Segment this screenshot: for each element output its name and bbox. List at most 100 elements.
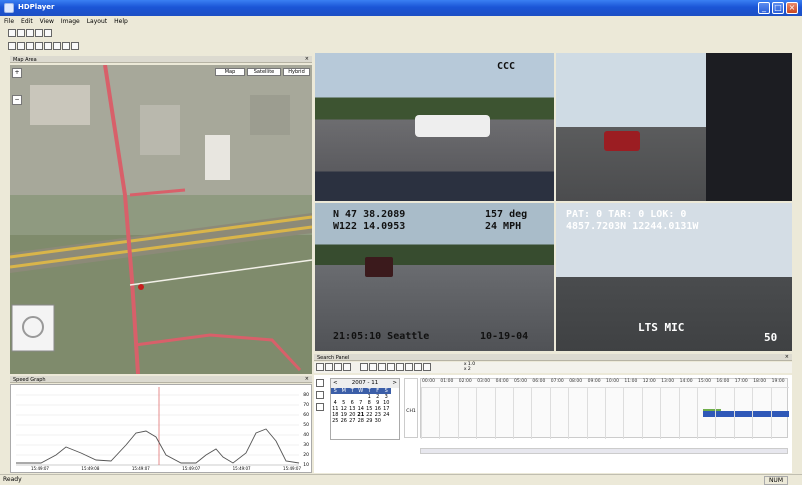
camera-view-3[interactable]: N 47 38.2089 W122 14.0953 157 deg 24 MPH… xyxy=(315,203,554,351)
search-panel-close-button[interactable]: × xyxy=(785,354,789,360)
settings-icon[interactable] xyxy=(71,42,79,50)
menu-layout[interactable]: Layout xyxy=(83,16,110,25)
timeline-hour-line xyxy=(697,387,698,439)
layout-6-icon[interactable] xyxy=(26,42,34,50)
map-panel-close-button[interactable]: × xyxy=(305,56,309,62)
event-marker[interactable] xyxy=(703,409,721,411)
title-bar: HDPlayer _ □ × xyxy=(0,0,802,16)
camera-icon[interactable] xyxy=(316,379,324,387)
satellite-map-image xyxy=(10,65,312,374)
timeline-hour-label: 19:00 xyxy=(771,379,785,384)
timeline-hour-label: 04:00 xyxy=(495,379,509,384)
skip-end-icon[interactable] xyxy=(422,363,431,371)
filter-icon[interactable] xyxy=(325,363,333,371)
status-text: Ready xyxy=(3,476,22,483)
layout-4-icon[interactable] xyxy=(17,42,25,50)
print-icon[interactable] xyxy=(44,29,52,37)
save-icon[interactable] xyxy=(17,29,25,37)
day[interactable]: 28 xyxy=(357,418,366,424)
menu-file[interactable]: File xyxy=(0,16,17,25)
timeline-scrollbar[interactable] xyxy=(420,448,788,454)
timeline-hour-line xyxy=(531,387,533,439)
timeline-hour-line xyxy=(660,387,662,439)
map-icon[interactable] xyxy=(26,29,34,37)
timeline[interactable]: 00:00 01:00 02:00 03:00 04:00 05:00 06:00 07:00… xyxy=(420,378,789,439)
speed-value-2: x 2 xyxy=(463,367,471,372)
menu-image[interactable]: Image xyxy=(57,16,83,25)
folder-icon[interactable] xyxy=(316,403,324,411)
toolbar-layout xyxy=(0,41,802,52)
x-tick: 15:49:07 xyxy=(182,466,201,471)
map-type-map-button[interactable]: Map xyxy=(215,68,245,76)
timeline-hour-label: 15:00 xyxy=(698,379,711,384)
x-tick: 15:49:07 xyxy=(131,466,150,471)
speed-y-axis: 80 70 60 50 40 30 20 10 xyxy=(303,391,309,471)
timeline-hour-label: 08:00 xyxy=(569,379,583,384)
layout-16-icon[interactable] xyxy=(44,42,52,50)
cam1-label: CCC xyxy=(497,61,516,72)
backup-icon[interactable] xyxy=(343,363,351,371)
y-tick: 60 xyxy=(303,413,309,418)
menu-help[interactable]: Help xyxy=(110,16,131,25)
day[interactable]: 24 xyxy=(382,412,391,418)
day[interactable]: 29 xyxy=(365,418,374,424)
skip-start-icon[interactable] xyxy=(359,363,368,371)
calendar-next-button[interactable]: > xyxy=(392,379,397,388)
open-icon[interactable] xyxy=(8,29,16,37)
officer-image xyxy=(706,53,792,201)
map-type-satellite-button[interactable]: Satellite xyxy=(247,68,281,76)
map-type-hybrid-button[interactable]: Hybrid xyxy=(283,68,310,76)
menu-edit[interactable]: Edit xyxy=(17,16,36,25)
calendar-prev-button[interactable]: < xyxy=(333,379,338,388)
timeline-hour-label: 13:00 xyxy=(661,379,675,384)
event-icon[interactable] xyxy=(316,391,324,399)
rewind-icon[interactable] xyxy=(368,363,377,371)
timeline-hour-label: 12:00 xyxy=(642,379,656,384)
snapshot-icon[interactable] xyxy=(62,42,70,50)
day[interactable]: 25 xyxy=(331,418,340,424)
step-forward-icon[interactable] xyxy=(404,363,413,371)
close-button[interactable]: × xyxy=(786,2,798,14)
timeline-hour-line xyxy=(623,387,625,439)
camera-view-4[interactable]: PAT: 0 TAR: 0 LOK: 0 4857.7203N 12244.01… xyxy=(556,203,792,351)
fast-forward-icon[interactable] xyxy=(413,363,422,371)
day[interactable] xyxy=(382,418,391,424)
export-icon[interactable] xyxy=(334,363,342,371)
search-panel-header: Search Panel × xyxy=(314,354,792,361)
timeline-hour-line xyxy=(568,387,570,439)
speed-control[interactable]: x 1.0 x 2 xyxy=(464,362,475,372)
timeline-hour-label: 18:00 xyxy=(753,379,767,384)
map-view[interactable]: Map Satellite Hybrid + − xyxy=(10,65,312,374)
calendar[interactable]: < 2007 - 11 > SMTWTFS 123 4 5 6 7 8 9 10 11 12 1… xyxy=(330,378,400,440)
maximize-button[interactable]: □ xyxy=(772,2,784,14)
camera-view-1[interactable]: CCC xyxy=(315,53,554,201)
timeline-hour-label: 02:00 xyxy=(458,379,472,384)
layout-1-icon[interactable] xyxy=(8,42,16,50)
speed-graph[interactable]: 80 70 60 50 40 30 20 10 15:49:07 15:49:08 15:49:0… xyxy=(10,384,312,473)
search-icon[interactable] xyxy=(35,29,43,37)
timeline-hour-line xyxy=(513,387,514,439)
camera-view-2[interactable] xyxy=(556,53,792,201)
day[interactable]: 30 xyxy=(374,418,383,424)
play-icon[interactable] xyxy=(395,363,404,371)
day[interactable]: 27 xyxy=(348,418,357,424)
menu-view[interactable]: View xyxy=(36,16,57,25)
app-icon xyxy=(4,3,14,13)
y-tick: 20 xyxy=(303,453,309,458)
fullscreen-icon[interactable] xyxy=(53,42,61,50)
map-zoom-out-button[interactable]: − xyxy=(12,95,22,105)
timeline-hour-label: 03:00 xyxy=(477,379,491,384)
timeline-hour-label: 10:00 xyxy=(606,379,619,384)
stop-icon[interactable] xyxy=(386,363,395,371)
minimize-button[interactable]: _ xyxy=(758,2,770,14)
day[interactable]: 26 xyxy=(340,418,349,424)
step-back-icon[interactable] xyxy=(377,363,386,371)
speed-panel-close-button[interactable]: × xyxy=(305,376,309,382)
y-tick: 50 xyxy=(303,423,309,428)
search-tool-icon[interactable] xyxy=(316,363,324,371)
x-tick: 15:49:08 xyxy=(81,466,100,471)
layout-9-icon[interactable] xyxy=(35,42,43,50)
map-zoom-in-button[interactable]: + xyxy=(12,68,22,78)
channel-label: CH1 xyxy=(406,409,416,414)
timeline-hour-line xyxy=(421,387,422,439)
